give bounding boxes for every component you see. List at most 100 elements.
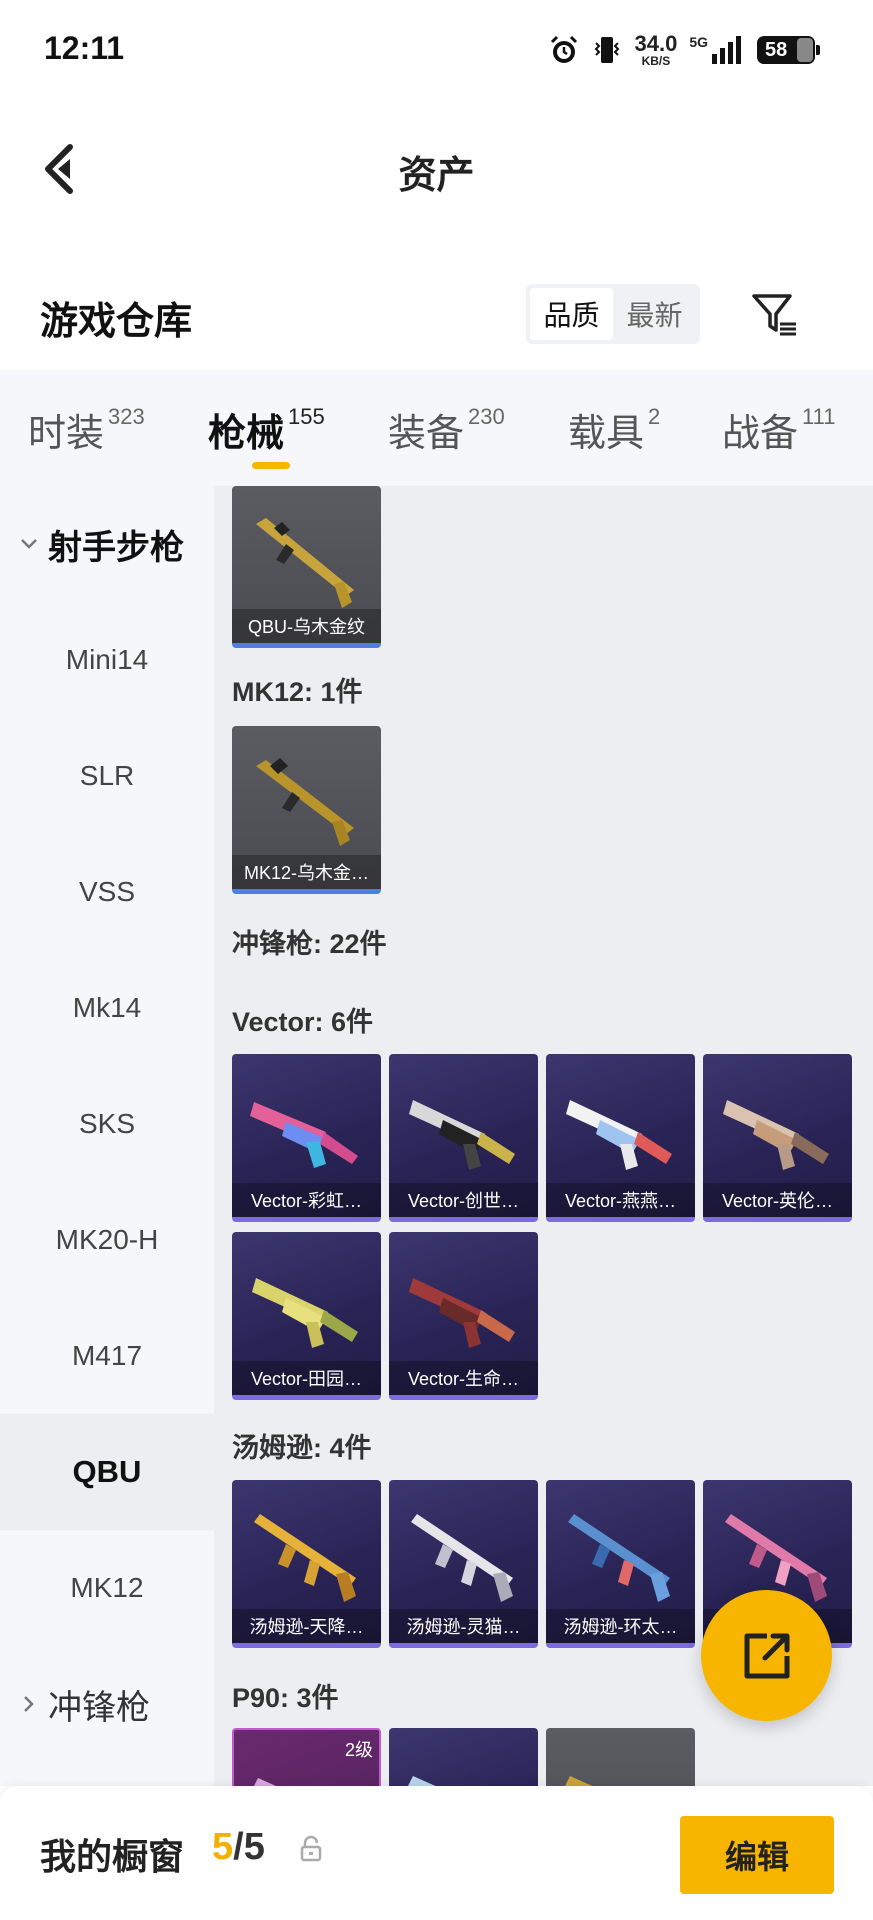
weapon-card[interactable]: Vector-创世…	[389, 1054, 538, 1222]
battery-level: 58	[765, 38, 788, 61]
weapon-card-label: QBU-乌木金纹	[232, 609, 381, 643]
net-speed-unit: KB/S	[641, 54, 671, 68]
section-title-vector: Vector: 6件	[232, 1007, 374, 1037]
active-tab-indicator	[252, 462, 290, 469]
sidebar-group-smg[interactable]: 冲锋枪	[0, 1646, 214, 1762]
tab-equipment[interactable]: 装备 230	[388, 402, 505, 457]
sidebar-item-slr[interactable]: SLR	[0, 718, 214, 834]
weapon-card[interactable]: Vector-田园…	[232, 1232, 381, 1400]
smg-icon	[408, 1776, 436, 1786]
share-button[interactable]	[701, 1590, 832, 1721]
tab-count: 230	[468, 404, 505, 429]
chevron-down-icon	[18, 533, 40, 555]
weapon-card[interactable]: 汤姆逊-环太…	[546, 1480, 695, 1648]
tab-guns[interactable]: 枪械 155	[208, 402, 325, 457]
weapon-card-label: 汤姆逊-灵猫…	[389, 1609, 538, 1643]
weapon-card[interactable]: MK12-乌木金…	[232, 726, 381, 894]
weapon-card[interactable]: QBU-乌木金纹	[232, 486, 381, 648]
status-bar: 12:11 34.0 KB/S 5G 58	[0, 0, 873, 104]
section-title-thompson: 汤姆逊: 4件	[232, 1433, 372, 1463]
weapon-card[interactable]: 汤姆逊-天降…	[232, 1480, 381, 1648]
tab-label: 载具	[568, 413, 645, 455]
weapon-card-label: 汤姆逊-环太…	[546, 1609, 695, 1643]
section-title-smg: 冲锋枪: 22件	[232, 929, 387, 959]
smg-icon	[566, 1100, 672, 1170]
weapon-card[interactable]: 汤姆逊-灵猫…	[389, 1480, 538, 1648]
sidebar-item-mk14[interactable]: Mk14	[0, 950, 214, 1066]
nav-bar: 资产	[0, 104, 873, 224]
tab-count: 2	[648, 404, 661, 429]
weapon-card-label: Vector-彩虹…	[232, 1183, 381, 1217]
warehouse-header: 游戏仓库 品质 最新	[0, 260, 873, 370]
tab-fashion[interactable]: 时装 323	[28, 402, 145, 457]
status-time: 12:11	[44, 30, 125, 66]
net-speed-value: 34.0	[634, 31, 678, 56]
tab-label: 战备	[722, 413, 799, 455]
signal-label: 5G	[689, 34, 708, 50]
rifle-icon	[256, 758, 354, 846]
showcase-current: 5	[212, 1826, 234, 1868]
showcase-count: 5/5	[212, 1826, 265, 1869]
weapon-card-label: MK12-乌木金…	[232, 855, 381, 889]
section-title-p90: P90: 3件	[232, 1683, 339, 1713]
battery-icon: 58	[757, 36, 820, 64]
weapon-card-label: Vector-生命…	[389, 1361, 538, 1395]
rifle-icon	[256, 518, 354, 608]
smg-icon	[254, 1514, 356, 1602]
vibrate-icon	[595, 37, 620, 63]
section-title-mk12: MK12: 1件	[232, 677, 363, 707]
weapon-card[interactable]: 2级	[232, 1728, 381, 1786]
sidebar-item-sks[interactable]: SKS	[0, 1066, 214, 1182]
tab-supplies[interactable]: 战备 111	[722, 402, 835, 457]
sidebar-item-m417[interactable]: M417	[0, 1298, 214, 1414]
net-speed: 34.0 KB/S	[634, 31, 678, 68]
showcase-label: 我的橱窗	[40, 1836, 185, 1877]
chevron-right-icon	[18, 1693, 40, 1715]
smg-icon	[254, 1778, 276, 1786]
signal-5g: 5G	[689, 34, 745, 66]
sidebar-group-marksman[interactable]: 射手步枪	[0, 486, 214, 602]
weapon-card[interactable]: Vector-彩虹…	[232, 1054, 381, 1222]
weapon-card[interactable]: Vector-生命…	[389, 1232, 538, 1400]
tab-label: 装备	[388, 413, 465, 455]
sidebar-item-vss[interactable]: VSS	[0, 834, 214, 950]
tab-count: 155	[288, 404, 325, 429]
sidebar-item-mk12[interactable]: MK12	[0, 1530, 214, 1646]
sidebar-group-label: 射手步枪	[48, 528, 184, 567]
status-icons: 34.0 KB/S 5G 58	[548, 30, 820, 70]
share-icon	[744, 1633, 789, 1678]
smg-icon	[250, 1102, 358, 1168]
page-title: 资产	[398, 155, 475, 197]
edit-button[interactable]: 编辑	[680, 1816, 834, 1894]
smg-icon	[565, 1776, 593, 1786]
showcase-total: 5	[243, 1826, 265, 1868]
tab-label: 时装	[28, 413, 105, 455]
tab-vehicles[interactable]: 载具 2	[568, 402, 660, 457]
smg-icon	[411, 1514, 513, 1602]
sidebar-item-mk20h[interactable]: MK20-H	[0, 1182, 214, 1298]
weapon-card-label: 汤姆逊-天降…	[232, 1609, 381, 1643]
smg-icon	[252, 1278, 358, 1348]
weapon-card-label: Vector-燕燕…	[546, 1183, 695, 1217]
tab-count: 323	[108, 404, 145, 429]
sort-quality-button[interactable]: 品质	[530, 288, 613, 340]
filter-icon[interactable]	[744, 284, 804, 344]
weapon-card[interactable]	[389, 1728, 538, 1786]
smg-icon	[723, 1100, 829, 1170]
warehouse-title: 游戏仓库	[40, 301, 193, 343]
signal-icon	[712, 36, 741, 64]
showcase-separator: /	[233, 1826, 244, 1868]
sidebar-item-qbu[interactable]: QBU	[0, 1414, 214, 1530]
tab-count: 111	[802, 404, 836, 429]
sidebar-group-label: 冲锋枪	[48, 1688, 150, 1727]
tab-label: 枪械	[208, 413, 285, 455]
weapon-card[interactable]	[546, 1728, 695, 1786]
smg-icon	[409, 1100, 515, 1170]
sidebar-item-mini14[interactable]: Mini14	[0, 602, 214, 718]
weapon-card-label: Vector-英伦…	[703, 1183, 852, 1217]
weapon-card[interactable]: Vector-燕燕…	[546, 1054, 695, 1222]
sort-toggle: 品质 最新	[526, 284, 700, 344]
weapon-card[interactable]: Vector-英伦…	[703, 1054, 852, 1222]
sort-latest-button[interactable]: 最新	[613, 288, 696, 340]
weapon-sidebar: 射手步枪 Mini14 SLR VSS Mk14 SKS MK20-H M417…	[0, 486, 214, 1786]
